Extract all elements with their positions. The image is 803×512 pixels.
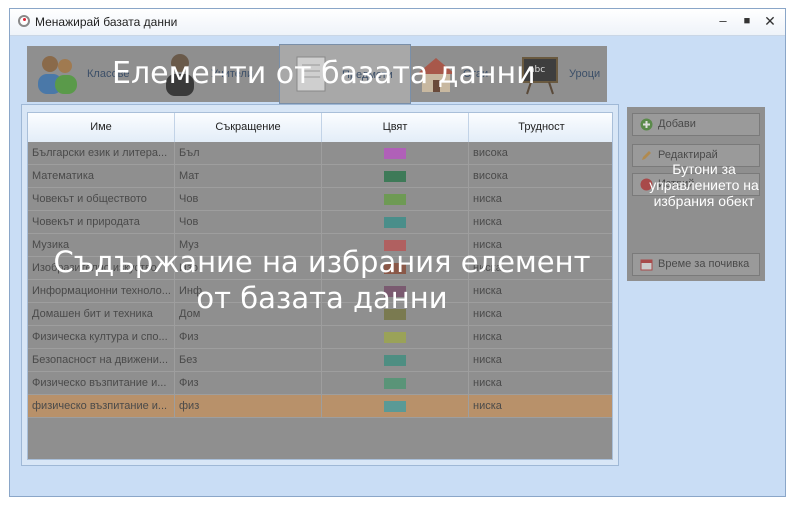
cell-name: Човекът и обществото (28, 188, 175, 210)
tab-lessons-label: Уроци (569, 68, 601, 80)
color-swatch (384, 194, 406, 205)
table-row[interactable]: Физическо възпитание и... Физ ниска (28, 372, 612, 395)
cell-abbreviation: Бъл (175, 142, 322, 164)
column-header-name[interactable]: Име (28, 113, 175, 142)
add-button[interactable]: Добави (632, 113, 760, 136)
cell-abbreviation: Чов (175, 188, 322, 210)
cell-color (322, 188, 469, 210)
cell-abbreviation: Чов (175, 211, 322, 233)
color-swatch (384, 148, 406, 159)
app-icon (18, 15, 30, 27)
cell-difficulty: висока (469, 165, 612, 187)
close-button[interactable]: ✕ (759, 12, 781, 30)
users-icon (38, 56, 77, 94)
window-title: Менажирай базата данни (35, 15, 178, 29)
plus-icon (640, 118, 653, 131)
cell-color (322, 142, 469, 164)
table-row[interactable]: Математика Мат висока (28, 165, 612, 188)
cell-name: Български език и литера... (28, 142, 175, 164)
cell-difficulty: ниска (469, 211, 612, 233)
cell-difficulty: ниска (469, 326, 612, 348)
table-row[interactable]: Физическа култура и спо... Физ ниска (28, 326, 612, 349)
maximize-button[interactable]: ■ (736, 12, 758, 30)
cell-abbreviation: Физ (175, 372, 322, 394)
minimize-button[interactable]: – (712, 12, 734, 30)
cell-abbreviation: Физ (175, 326, 322, 348)
column-header-abbr[interactable]: Съкращение (175, 113, 322, 142)
cell-name: Физическа култура и спо... (28, 326, 175, 348)
cell-name: Математика (28, 165, 175, 187)
color-swatch (384, 332, 406, 343)
cell-abbreviation: Без (175, 349, 322, 371)
cell-difficulty: ниска (469, 188, 612, 210)
calendar-icon (640, 259, 653, 271)
content-annotation-line2: от базата данни (196, 281, 448, 315)
cell-color (322, 326, 469, 348)
cell-difficulty: ниска (469, 395, 612, 417)
table-row-selected[interactable]: физическо възпитание и... физ ниска (28, 395, 612, 418)
column-header-difficulty[interactable]: Трудност (469, 113, 612, 142)
tabs-annotation: Елементи от базата данни (112, 56, 536, 91)
table-row[interactable]: Човекът и обществото Чов ниска (28, 188, 612, 211)
cell-difficulty: ниска (469, 372, 612, 394)
cell-color (322, 165, 469, 187)
cell-abbreviation: физ (175, 395, 322, 417)
content-annotation: Съдържание на избрания елемент от базата… (22, 244, 622, 316)
table-row[interactable]: Безопасност на движени... Без ниска (28, 349, 612, 372)
break-time-button-label: Време за почивка (658, 258, 750, 270)
column-header-color[interactable]: Цвят (322, 113, 469, 142)
content-annotation-line1: Съдържание на избрания елемент (53, 245, 591, 279)
cell-color (322, 395, 469, 417)
table-row[interactable]: Човекът и природата Чов ниска (28, 211, 612, 234)
cell-name: Човекът и природата (28, 211, 175, 233)
add-button-label: Добави (658, 118, 696, 130)
color-swatch (384, 171, 406, 182)
cell-name: физическо възпитание и... (28, 395, 175, 417)
buttons-annotation: Бутони за управлението на избрания обект (649, 161, 759, 209)
title-bar: Менажирай базата данни – ■ ✕ (10, 9, 785, 36)
grid-header: Име Съкращение Цвят Трудност (28, 113, 612, 143)
cell-name: Физическо възпитание и... (28, 372, 175, 394)
cell-difficulty: ниска (469, 349, 612, 371)
cell-color (322, 349, 469, 371)
cell-color (322, 372, 469, 394)
break-time-button[interactable]: Време за почивка (632, 253, 760, 276)
cell-color (322, 211, 469, 233)
cell-name: Безопасност на движени... (28, 349, 175, 371)
color-swatch (384, 378, 406, 389)
cell-abbreviation: Мат (175, 165, 322, 187)
color-swatch (384, 217, 406, 228)
cell-difficulty: висока (469, 142, 612, 164)
color-swatch (384, 401, 406, 412)
color-swatch (384, 355, 406, 366)
table-row[interactable]: Български език и литера... Бъл висока (28, 142, 612, 165)
